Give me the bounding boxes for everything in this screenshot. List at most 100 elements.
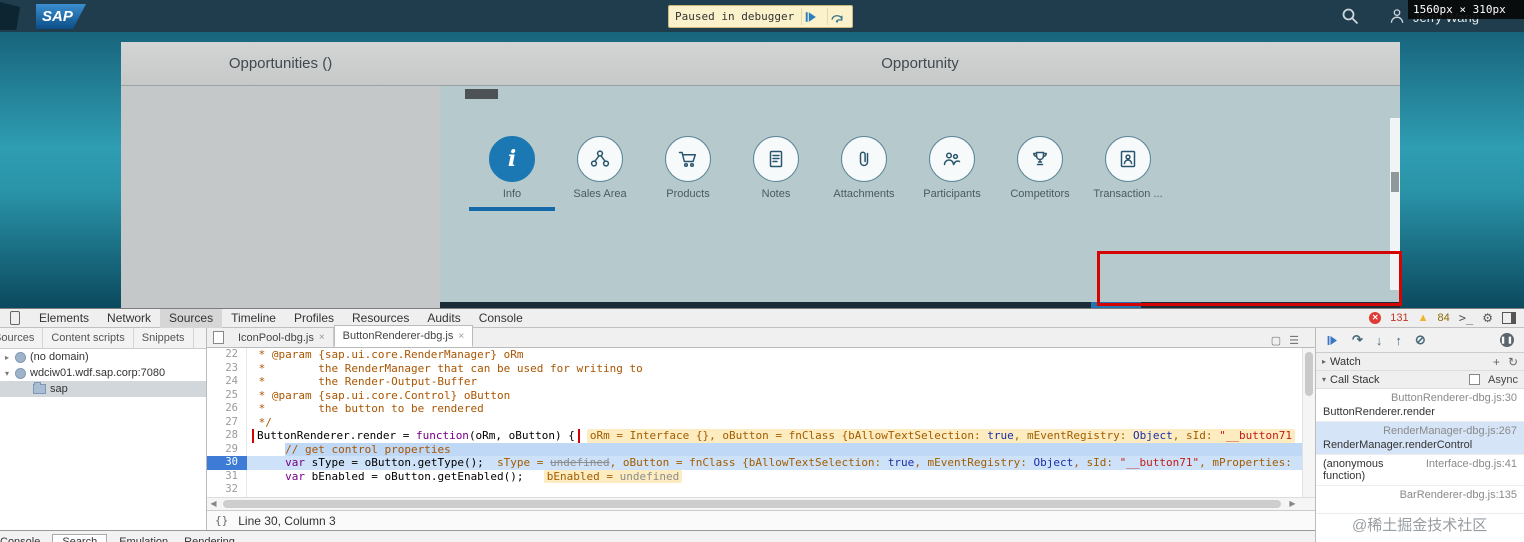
refresh-watch-icon[interactable]: ↻ xyxy=(1508,355,1518,369)
call-stack-frame[interactable]: (anonymous function) Interface-dbg.js:41 xyxy=(1316,455,1524,486)
console-toggle-icon[interactable]: >_ xyxy=(1459,311,1473,325)
gutter-line-number[interactable]: 26 xyxy=(207,402,247,416)
search-icon[interactable] xyxy=(1340,6,1360,26)
code-line-27[interactable]: 27 */ xyxy=(207,415,1302,430)
gutter-line-number[interactable]: 24 xyxy=(207,375,247,389)
code-line-24[interactable]: 24 * the Render-Output-Buffer xyxy=(207,375,1302,389)
code-line-28[interactable]: 28 ButtonRenderer.render = function (oRm, … xyxy=(207,429,1302,443)
resize-handle[interactable] xyxy=(465,89,498,99)
editor-horizontal-scrollbar[interactable]: ◀ ▶ xyxy=(207,497,1315,510)
step-into-icon[interactable]: ↓ xyxy=(1376,333,1383,348)
async-label: Async xyxy=(1488,373,1518,386)
device-mode-icon[interactable] xyxy=(10,311,20,325)
code-line-text[interactable]: ButtonRenderer.render = function (oRm, oB… xyxy=(247,429,1302,443)
devtools-tab-network[interactable]: Network xyxy=(98,309,160,328)
object-tab-competitors[interactable]: Competitors xyxy=(996,136,1084,211)
warning-icon[interactable]: ▲ xyxy=(1418,312,1429,324)
code-line-text[interactable] xyxy=(247,483,1302,497)
scroll-right-arrow-icon[interactable]: ▶ xyxy=(1286,498,1299,510)
object-tab-sales-area[interactable]: Sales Area xyxy=(556,136,644,211)
gutter-line-number[interactable]: 23 xyxy=(207,361,247,375)
object-tab-notes[interactable]: Notes xyxy=(732,136,820,211)
scroll-left-arrow-icon[interactable]: ◀ xyxy=(207,498,220,510)
deactivate-breakpoints-icon[interactable]: ⊘ xyxy=(1415,332,1426,348)
gutter-line-number[interactable]: 31 xyxy=(207,469,247,483)
editor-vertical-scrollbar[interactable] xyxy=(1302,348,1315,497)
object-tab-transaction[interactable]: Transaction ... xyxy=(1084,136,1172,211)
tree-item-wdciw01-wdf-sap-corp-7080[interactable]: ▾ wdciw01.wdf.sap.corp:7080 xyxy=(0,365,206,381)
code-line-32[interactable]: 32 xyxy=(207,483,1302,497)
navigator-tab-sources[interactable]: Sources xyxy=(0,328,44,348)
code-line-29[interactable]: 29 // get control properties xyxy=(207,442,1302,456)
code-line-23[interactable]: 23 * the RenderManager that can be used … xyxy=(207,361,1302,376)
object-tab-products[interactable]: Products xyxy=(644,136,732,211)
drawer-tab-search[interactable]: Search xyxy=(52,534,108,542)
dock-side-icon[interactable] xyxy=(1502,312,1516,324)
code-line-text[interactable]: * the RenderManager that can be used for… xyxy=(247,362,1302,376)
call-stack-frame[interactable]: RenderManager-dbg.js:267 RenderManager.re… xyxy=(1316,422,1524,455)
navigator-toggle-icon[interactable]: ▢ xyxy=(1271,334,1281,347)
devtools-tab-timeline[interactable]: Timeline xyxy=(222,309,285,328)
code-line-text[interactable]: * the button to be rendered xyxy=(247,402,1302,416)
step-out-icon[interactable]: ↑ xyxy=(1395,333,1402,348)
gutter-line-number[interactable]: 29 xyxy=(207,442,247,456)
resume-script-icon[interactable] xyxy=(801,8,820,25)
navigator-tab-content-scripts[interactable]: Content scripts xyxy=(43,328,134,348)
code-line-30[interactable]: 30 var sType = oButton.getType(); sType … xyxy=(207,456,1302,470)
drawer-tab-console[interactable]: Console xyxy=(0,536,48,542)
code-line-text[interactable]: */ xyxy=(247,416,1302,430)
drawer-tab-rendering[interactable]: Rendering xyxy=(176,536,243,542)
drawer-tab-emulation[interactable]: Emulation xyxy=(111,536,176,542)
code-line-26[interactable]: 26 * the button to be rendered xyxy=(207,402,1302,416)
panel-scrollbar[interactable] xyxy=(1390,118,1400,290)
add-watch-icon[interactable]: + xyxy=(1493,355,1500,369)
error-icon[interactable]: ✕ xyxy=(1369,312,1382,324)
code-line-text[interactable]: // get control properties xyxy=(247,442,1302,456)
watch-section-header[interactable]: ▸ Watch + ↻ xyxy=(1316,353,1524,371)
code-line-25[interactable]: 25 * @param {sap.ui.core.Control} oButto… xyxy=(207,388,1302,403)
navigator-tab-snippets[interactable]: Snippets xyxy=(134,328,194,348)
code-editor[interactable]: 22 * @param {sap.ui.core.RenderManager} … xyxy=(207,348,1315,497)
scrollbar-thumb[interactable] xyxy=(1305,352,1313,396)
error-count[interactable]: 131 xyxy=(1390,312,1408,324)
scrollbar-thumb[interactable] xyxy=(223,500,1281,508)
object-tab-attachments[interactable]: Attachments xyxy=(820,136,908,211)
pretty-print-icon[interactable]: {} xyxy=(215,514,228,527)
gutter-line-number[interactable]: 28 xyxy=(207,429,247,443)
code-line-31[interactable]: 31 var bEnabled = oButton.getEnabled(); … xyxy=(207,469,1302,483)
resume-script-icon[interactable] xyxy=(1326,334,1339,347)
step-over-icon[interactable]: ↷ xyxy=(1352,332,1363,348)
code-line-text[interactable]: * @param {sap.ui.core.RenderManager} oRm xyxy=(247,348,1302,362)
close-icon[interactable]: × xyxy=(319,332,325,343)
step-over-icon[interactable] xyxy=(827,8,846,25)
code-line-text[interactable]: var bEnabled = oButton.getEnabled(); bEn… xyxy=(247,469,1302,483)
gutter-line-number[interactable]: 27 xyxy=(207,415,247,429)
call-stack-frame[interactable]: ButtonRenderer-dbg.js:30 ButtonRenderer.r… xyxy=(1316,389,1524,422)
call-stack-frame[interactable]: BarRenderer-dbg.js:135 xyxy=(1316,486,1524,514)
code-line-text[interactable]: * @param {sap.ui.core.Control} oButton xyxy=(247,389,1302,403)
object-tab-participants[interactable]: Participants xyxy=(908,136,996,211)
devtools-tab-console[interactable]: Console xyxy=(470,309,532,328)
devtools-tab-sources[interactable]: Sources xyxy=(160,308,223,328)
gutter-line-number[interactable]: 30 xyxy=(207,456,247,470)
call-stack-section-header[interactable]: ▾ Call Stack Async xyxy=(1316,371,1524,389)
code-line-22[interactable]: 22 * @param {sap.ui.core.RenderManager} … xyxy=(207,348,1302,362)
gutter-line-number[interactable]: 22 xyxy=(207,348,247,362)
warning-count[interactable]: 84 xyxy=(1438,312,1450,324)
code-line-text[interactable]: var sType = oButton.getType(); sType = u… xyxy=(247,456,1302,470)
editor-panes-icon[interactable]: ☰ xyxy=(1289,334,1299,347)
async-checkbox[interactable] xyxy=(1469,374,1481,385)
devtools-tab-elements[interactable]: Elements xyxy=(30,309,98,328)
object-tab-info[interactable]: i Info xyxy=(468,136,556,211)
file-tab-iconpool-dbg-js[interactable]: IconPool-dbg.js × xyxy=(230,328,334,347)
code-line-text[interactable]: * the Render-Output-Buffer xyxy=(247,375,1302,389)
tree-item--no-domain-[interactable]: ▸ (no domain) xyxy=(0,349,206,365)
close-icon[interactable]: × xyxy=(458,331,464,342)
gutter-line-number[interactable]: 32 xyxy=(207,483,247,497)
tree-item-sap[interactable]: sap xyxy=(0,381,206,397)
panel-scrollbar-thumb[interactable] xyxy=(1391,172,1399,192)
file-tab-buttonrenderer-dbg-js[interactable]: ButtonRenderer-dbg.js × xyxy=(333,325,474,347)
settings-gear-icon[interactable]: ⚙ xyxy=(1482,311,1493,325)
pause-on-exceptions-icon[interactable]: ❚❚ xyxy=(1500,333,1514,347)
gutter-line-number[interactable]: 25 xyxy=(207,388,247,402)
